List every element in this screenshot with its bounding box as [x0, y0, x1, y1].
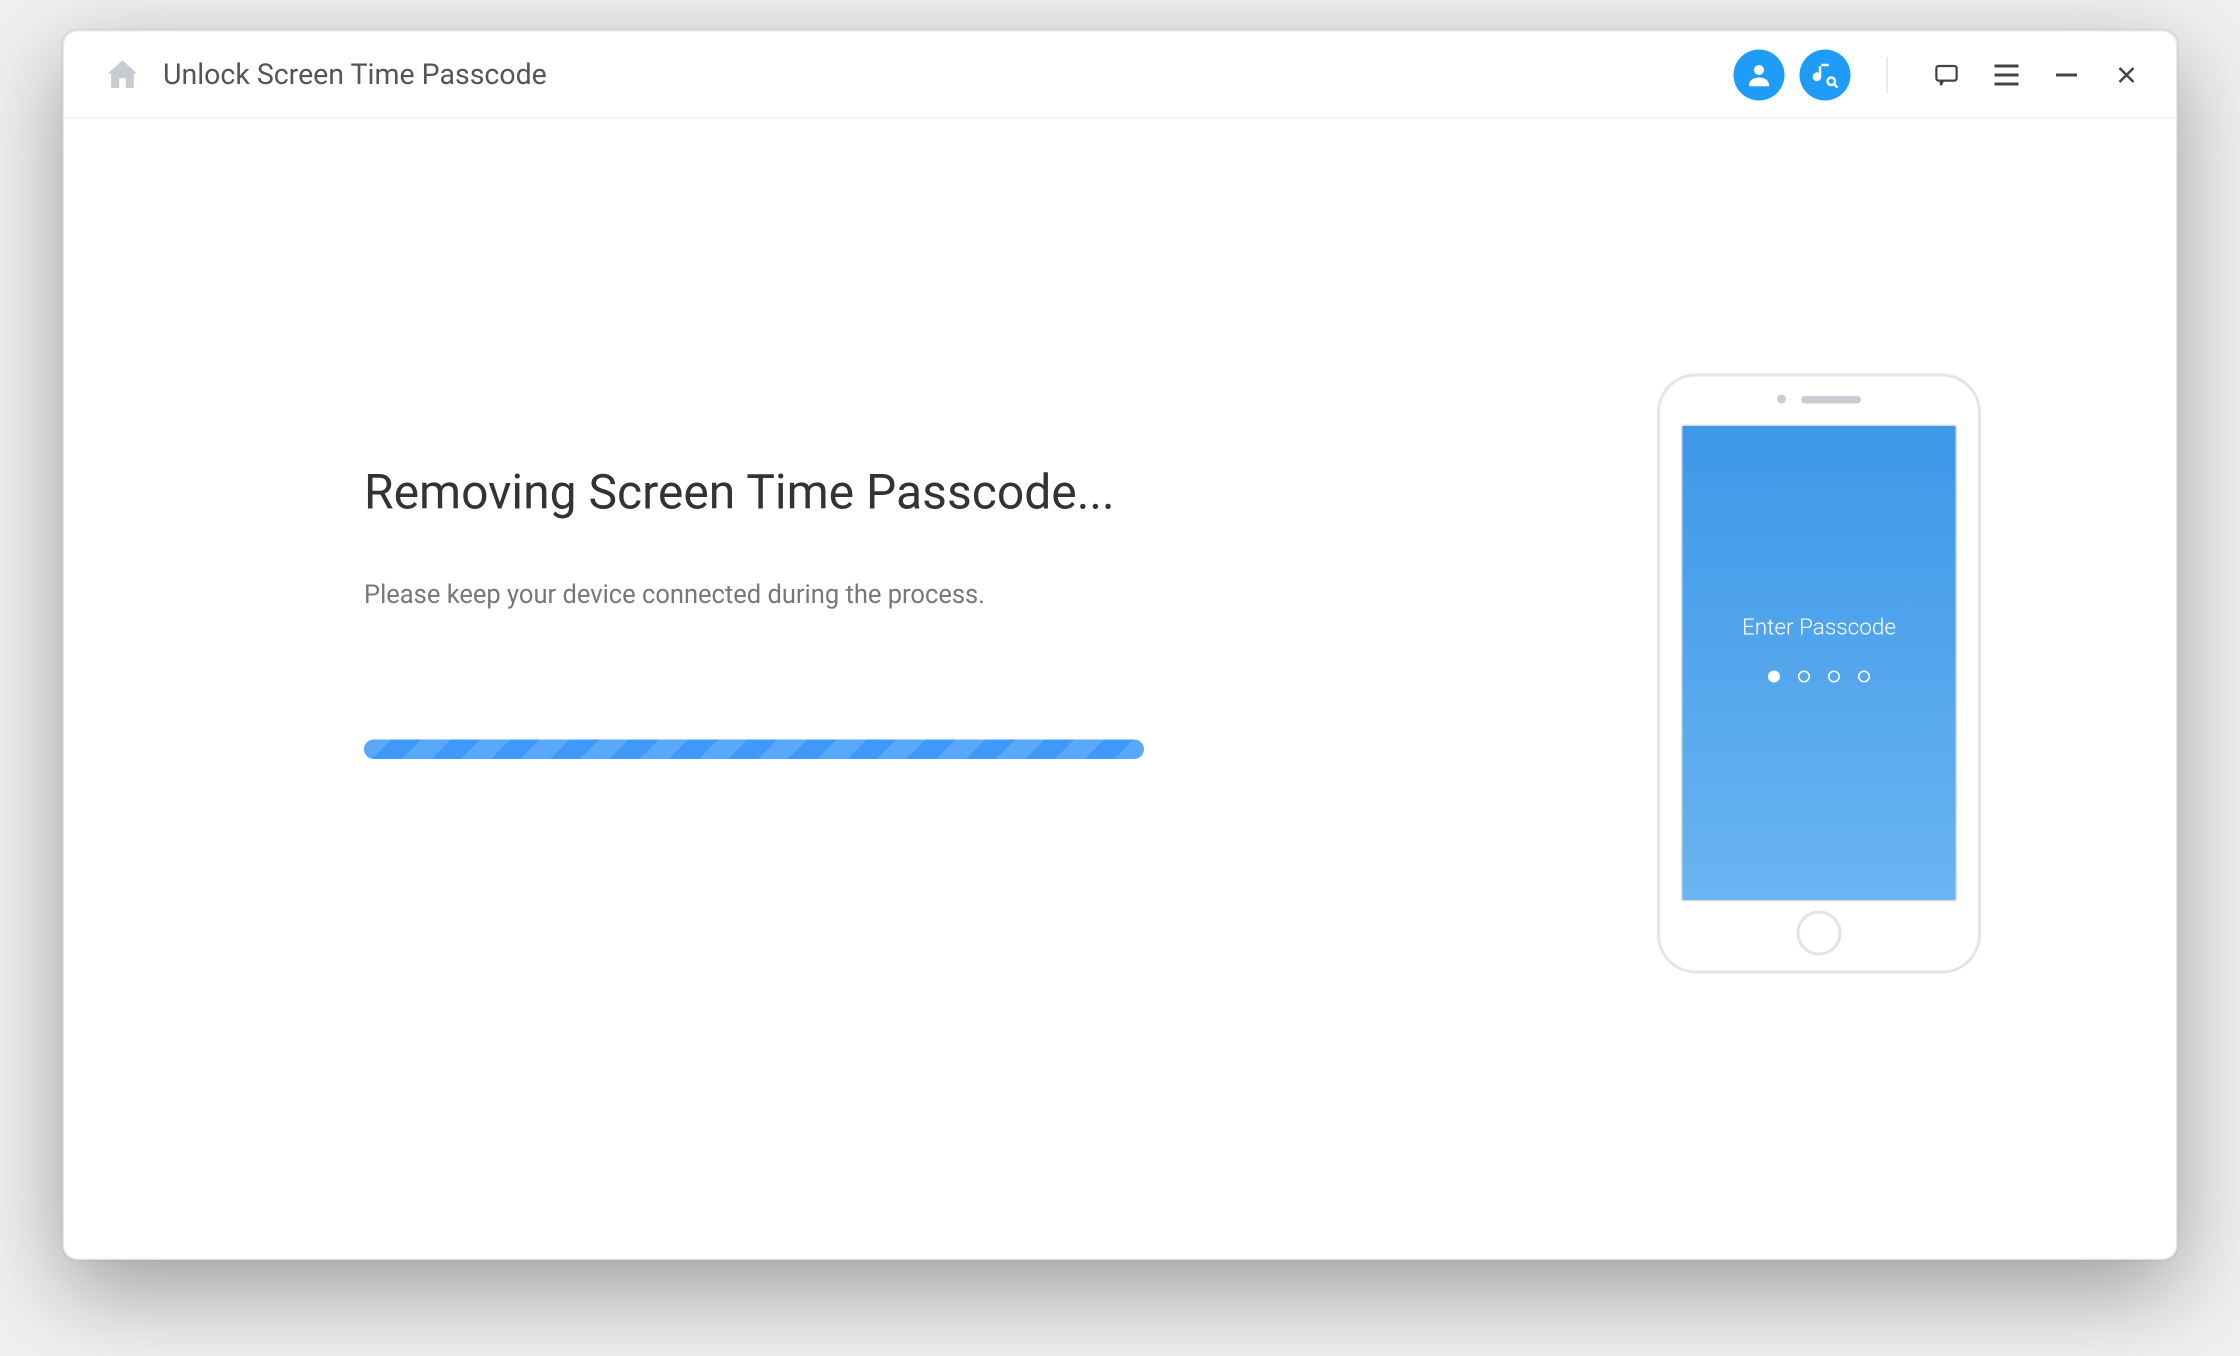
phone-screen: Enter Passcode — [1681, 425, 1957, 902]
feedback-icon[interactable] — [1924, 52, 1969, 97]
minimize-button[interactable] — [2044, 52, 2089, 97]
status-subtext: Please keep your device connected during… — [364, 581, 1657, 611]
main-content: Removing Screen Time Passcode... Please … — [64, 119, 2176, 1259]
progress-bar — [364, 740, 1144, 760]
passcode-dot — [1798, 671, 1810, 683]
phone-screen-label: Enter Passcode — [1742, 614, 1896, 641]
passcode-dots — [1768, 671, 1870, 683]
phone-illustration: Enter Passcode — [1657, 374, 1981, 974]
passcode-dot — [1858, 671, 1870, 683]
app-window: Unlock Screen Time Passcode — [63, 30, 2178, 1260]
status-column: Removing Screen Time Passcode... Please … — [154, 119, 1657, 760]
status-heading: Removing Screen Time Passcode... — [364, 464, 1657, 521]
passcode-dot — [1828, 671, 1840, 683]
phone-speaker — [1801, 395, 1861, 403]
page-title: Unlock Screen Time Passcode — [163, 57, 547, 92]
titlebar-right — [1734, 49, 2150, 100]
hamburger-menu-icon[interactable] — [1984, 52, 2029, 97]
titlebar: Unlock Screen Time Passcode — [64, 32, 2176, 119]
home-icon[interactable] — [103, 55, 142, 94]
phone-home-button — [1797, 911, 1842, 956]
separator — [1887, 56, 1889, 92]
device-column: Enter Passcode — [1657, 119, 2086, 974]
music-search-icon[interactable] — [1800, 49, 1851, 100]
passcode-dot — [1768, 671, 1780, 683]
phone-camera-dot — [1777, 395, 1786, 404]
titlebar-left: Unlock Screen Time Passcode — [103, 55, 1734, 94]
close-button[interactable] — [2104, 52, 2149, 97]
phone-earpiece — [1660, 395, 1978, 404]
account-icon[interactable] — [1734, 49, 1785, 100]
